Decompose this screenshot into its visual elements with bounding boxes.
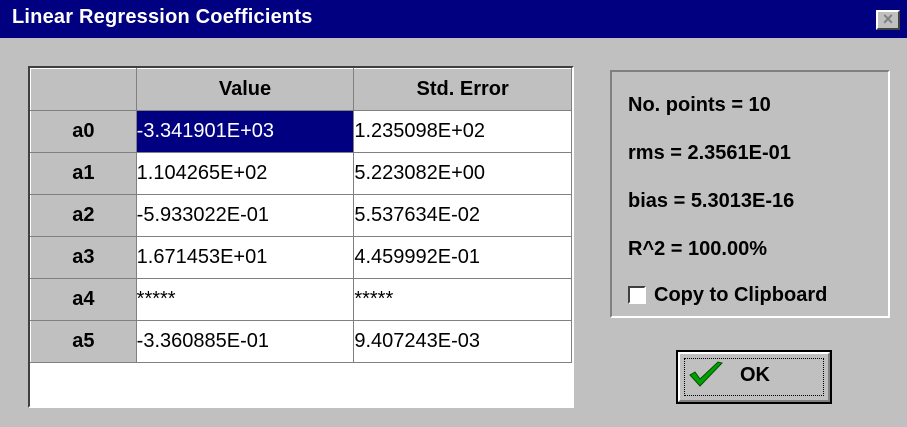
points-stat: No. points = 10 [628, 94, 771, 116]
std-error-cell[interactable]: ***** [353, 278, 572, 321]
checkmark-icon [689, 361, 723, 387]
std-error-cell[interactable]: 5.537634E-02 [353, 194, 572, 237]
bias-stat: bias = 5.3013E-16 [628, 190, 795, 212]
table-row: a3 1.671453E+01 4.459992E-01 [30, 236, 572, 279]
rms-stat: rms = 2.3561E-01 [628, 142, 791, 164]
header-std-error[interactable]: Std. Error [353, 68, 572, 111]
row-header[interactable]: a3 [30, 236, 137, 279]
row-header[interactable]: a5 [30, 320, 137, 363]
value-cell[interactable]: -3.360885E-01 [136, 320, 355, 363]
table-row: a5 -3.360885E-01 9.407243E-03 [30, 320, 572, 363]
value-cell[interactable]: 1.671453E+01 [136, 236, 355, 279]
ok-button[interactable]: OK [676, 350, 832, 404]
table-row: a1 1.104265E+02 5.223082E+00 [30, 152, 572, 195]
header-row: Value Std. Error [30, 68, 572, 111]
table-row: a4 ***** ***** [30, 278, 572, 321]
row-header[interactable]: a2 [30, 194, 137, 237]
std-error-cell[interactable]: 5.223082E+00 [353, 152, 572, 195]
value-cell[interactable]: -3.341901E+03 [136, 110, 355, 153]
close-icon: × [882, 9, 894, 29]
row-header[interactable]: a1 [30, 152, 137, 195]
stats-panel: No. points = 10 rms = 2.3561E-01 bias = … [610, 70, 890, 318]
header-value[interactable]: Value [135, 68, 355, 111]
table-row: a2 -5.933022E-01 5.537634E-02 [30, 194, 572, 237]
value-cell[interactable]: 1.104265E+02 [136, 152, 355, 195]
std-error-cell[interactable]: 1.235098E+02 [353, 110, 572, 153]
close-button[interactable]: × [876, 10, 900, 30]
header-corner [30, 68, 137, 111]
title-bar[interactable]: Linear Regression Coefficients × [0, 0, 907, 38]
copy-clipboard-checkbox[interactable] [628, 286, 646, 304]
row-header[interactable]: a4 [30, 278, 137, 321]
ok-label: OK [740, 364, 770, 386]
value-cell[interactable]: -5.933022E-01 [136, 194, 355, 237]
std-error-cell[interactable]: 4.459992E-01 [353, 236, 572, 279]
regression-dialog: Linear Regression Coefficients × Value S… [0, 0, 907, 427]
coefficients-grid: Value Std. Error a0 -3.341901E+03 1.2350… [28, 66, 574, 408]
row-header[interactable]: a0 [30, 110, 137, 153]
table-row: a0 -3.341901E+03 1.235098E+02 [30, 110, 572, 153]
value-cell[interactable]: ***** [136, 278, 355, 321]
copy-clipboard-label[interactable]: Copy to Clipboard [654, 284, 827, 307]
std-error-cell[interactable]: 9.407243E-03 [353, 320, 572, 363]
coefficients-table: Value Std. Error a0 -3.341901E+03 1.2350… [30, 68, 572, 363]
window-title: Linear Regression Coefficients [12, 6, 313, 28]
r-squared-stat: R^2 = 100.00% [628, 238, 767, 260]
